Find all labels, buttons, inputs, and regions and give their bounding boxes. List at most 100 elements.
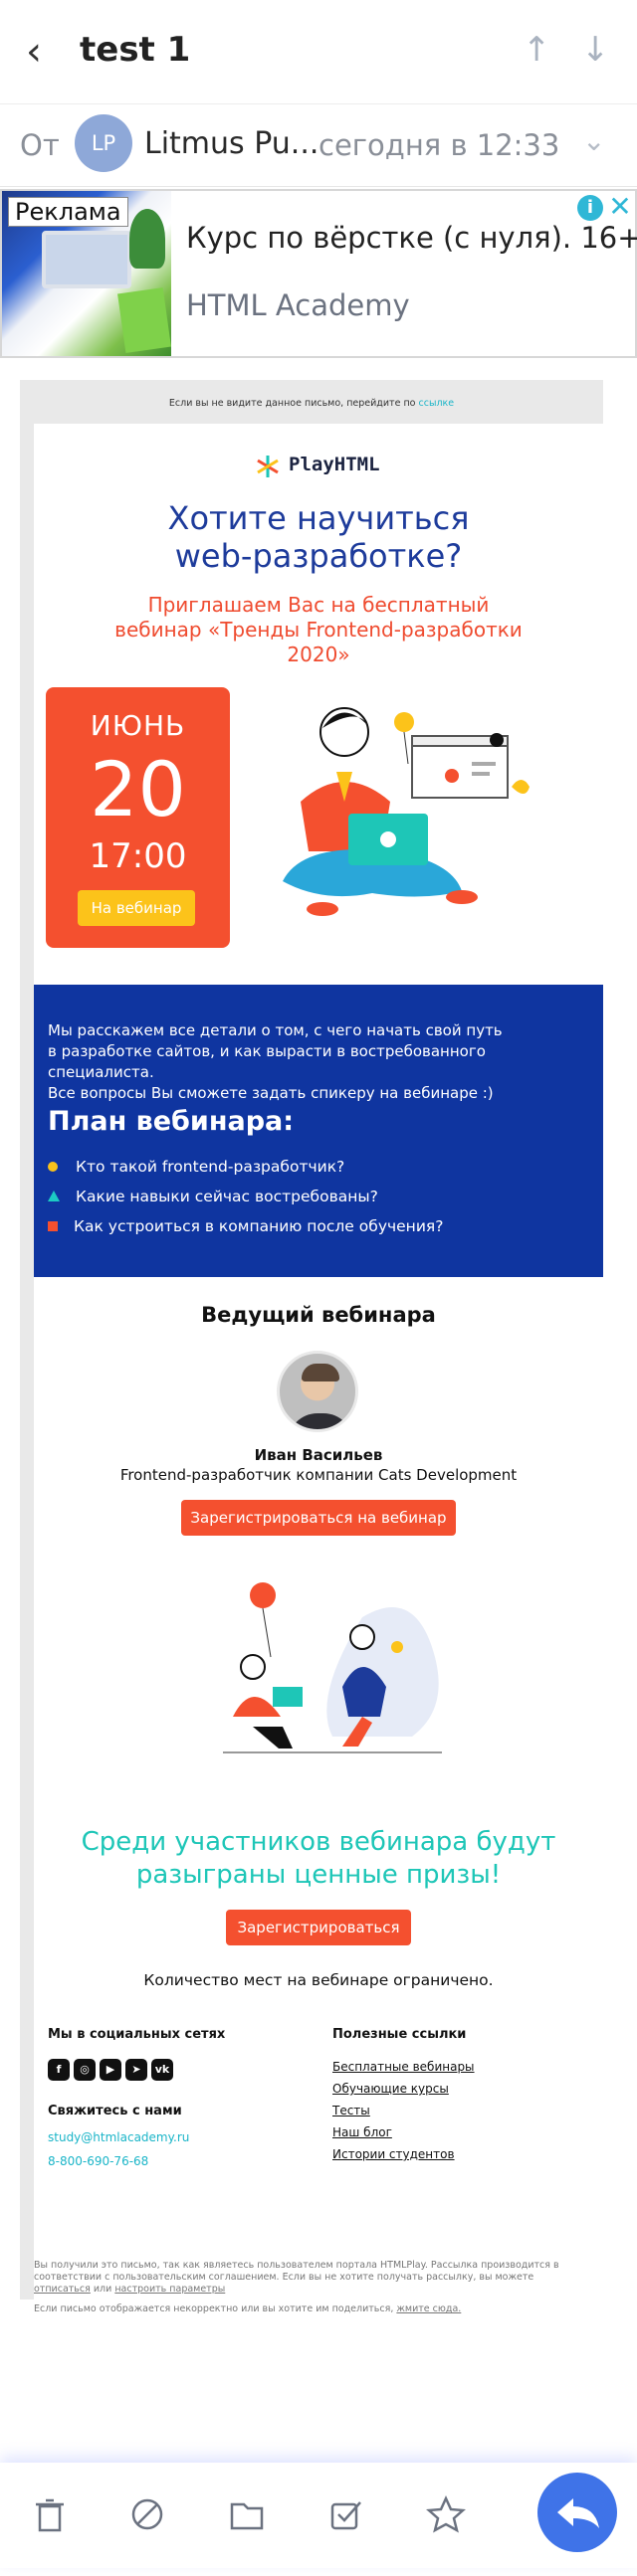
intro-line: в разработке сайтов, и как вырасти в вос… <box>48 1042 486 1081</box>
participants-illustration <box>223 1582 442 1753</box>
prize-title-line: разыграны ценные призы! <box>135 1860 502 1890</box>
trash-icon[interactable] <box>30 2494 70 2534</box>
links-heading: Полезные ссылки <box>332 2027 467 2042</box>
hero-subtitle-line: вебинар «Тренды Frontend-разработки <box>114 618 523 642</box>
ad-title[interactable]: Курс по вёрстке (с нуля). 16+ <box>186 221 637 255</box>
email-body: Если вы не видите данное письмо, перейди… <box>20 380 603 2300</box>
folder-icon[interactable] <box>227 2494 267 2534</box>
ad-subtitle[interactable]: HTML Academy <box>186 288 410 322</box>
footer-link[interactable]: Наш блог <box>332 2125 591 2139</box>
disclaimer-share-text: Если письмо отображается некорректно или… <box>34 2303 397 2314</box>
spam-icon[interactable] <box>127 2494 167 2534</box>
info-icon[interactable]: i <box>577 195 603 221</box>
share-link[interactable]: жмите сюда. <box>396 2303 461 2314</box>
hero-subtitle: Приглашаем Вас на бесплатный вебинар «Тр… <box>34 593 603 667</box>
plan-item: Как устроиться в компанию после обучения… <box>48 1217 443 1235</box>
ad-label-badge: Реклама <box>8 197 128 227</box>
hero-subtitle-line: 2020» <box>287 643 350 666</box>
laptop-graphic <box>42 231 131 288</box>
register-webinar-button[interactable]: Зарегистрироваться на вебинар <box>181 1500 456 1536</box>
back-arrow-icon[interactable]: ‹ <box>26 32 54 72</box>
social-icons: f ◎ ▶ ➤ vk <box>48 2058 307 2082</box>
telegram-icon[interactable]: ➤ <box>125 2059 147 2081</box>
star-icon[interactable] <box>426 2494 466 2534</box>
disclaimer-text: Вы получили это письмо, так как являетес… <box>34 2260 559 2283</box>
sender-name[interactable]: Litmus Pu... <box>144 126 318 161</box>
instagram-icon[interactable]: ◎ <box>74 2059 96 2081</box>
sender-row[interactable]: От LP Litmus Pu... сегодня в 12:33 ⌄ <box>0 103 637 187</box>
plan-item-label: Как устроиться в компанию после обучения… <box>74 1217 444 1235</box>
date-month: ИЮНЬ <box>90 709 186 742</box>
hero-subtitle-line: Приглашаем Вас на бесплатный <box>147 593 490 617</box>
plan-item: Какие навыки сейчас востребованы? <box>48 1188 378 1205</box>
footer-link[interactable]: Истории студентов <box>332 2147 591 2161</box>
sender-time: сегодня в 12:33 <box>318 128 560 162</box>
intro-text: Мы расскажем все детали о том, с чего на… <box>48 1020 591 1104</box>
developer-illustration <box>283 707 530 916</box>
plan-item: Кто такой frontend-разработчик? <box>48 1158 344 1176</box>
vk-icon[interactable]: vk <box>151 2059 173 2081</box>
previous-message-arrow-icon[interactable]: ↑ <box>523 30 552 70</box>
disclaimer-or: или <box>90 2284 115 2295</box>
host-section-title: Ведущий вебинара <box>201 1303 436 1327</box>
contact-heading: Свяжитесь с нами <box>48 2104 182 2118</box>
youtube-icon[interactable]: ▶ <box>100 2059 121 2081</box>
intro-section: Мы расскажем все детали о том, с чего на… <box>34 985 603 1277</box>
logo-star-icon <box>257 456 279 477</box>
close-icon[interactable]: ✕ <box>607 193 633 221</box>
ad-banner[interactable]: Реклама i ✕ Курс по вёрстке (с нуля). 16… <box>0 189 637 358</box>
hero-title-line: Хотите научиться <box>167 499 470 537</box>
reply-button[interactable] <box>537 2473 617 2552</box>
plan-item-label: Какие навыки сейчас востребованы? <box>76 1188 378 1205</box>
webinar-button[interactable]: На вебинар <box>78 890 195 926</box>
email-card: PlayHTML Хотите научиться web-разработке… <box>34 424 603 2300</box>
avatar[interactable]: LP <box>75 114 132 172</box>
footer-social-column: Мы в социальных сетях f ◎ ▶ ➤ vk Свяжитесь с… <box>48 2027 307 2168</box>
hero-title-line: web-разработке? <box>174 537 463 575</box>
footer-link[interactable]: Обучающие курсы <box>332 2082 591 2096</box>
mark-done-icon[interactable] <box>326 2494 366 2534</box>
unsubscribe-link[interactable]: отписаться <box>34 2284 91 2295</box>
facebook-icon[interactable]: f <box>48 2059 70 2081</box>
contact-email-link[interactable]: study@htmlacademy.ru <box>48 2130 307 2144</box>
intro-line: Все вопросы Вы сможете задать спикеру на… <box>48 1084 494 1102</box>
plan-title: План вебинара: <box>48 1106 295 1137</box>
disclaimer: Вы получили это письмо, так как являетес… <box>34 2260 591 2296</box>
preheader: Если вы не видите данное письмо, перейди… <box>20 398 603 409</box>
brand-logo[interactable]: PlayHTML <box>289 454 380 475</box>
hero-title: Хотите научиться web-разработке? <box>34 499 603 575</box>
next-message-arrow-icon[interactable]: ↓ <box>581 30 611 70</box>
host-name: Иван Васильев <box>254 1446 383 1464</box>
footer-links-column: Полезные ссылки Бесплатные вебинары Обуч… <box>332 2027 591 2161</box>
disclaimer-share: Если письмо отображается некорректно или… <box>34 2303 591 2314</box>
preheader-text: Если вы не видите данное письмо, перейди… <box>168 398 419 409</box>
reply-arrow-icon <box>557 2498 599 2528</box>
limited-seats-note: Количество мест на вебинаре ограничено. <box>143 1971 494 1989</box>
date-card: ИЮНЬ 20 17:00 На вебинар <box>46 687 230 948</box>
register-button[interactable]: Зарегистрироваться <box>226 1910 411 1945</box>
settings-link[interactable]: настроить параметры <box>114 2284 225 2295</box>
bottom-toolbar <box>0 2463 637 2568</box>
teal-triangle-bullet-icon <box>48 1191 60 1201</box>
intro-line: Мы расскажем все детали о том, с чего на… <box>48 1021 503 1039</box>
prize-title-line: Среди участников вебинара будут <box>81 1827 556 1857</box>
footer-link[interactable]: Бесплатные вебинары <box>332 2060 591 2074</box>
chevron-down-icon[interactable]: ⌄ <box>582 124 605 157</box>
message-header: ‹ test 1 ↑ ↓ <box>0 0 637 103</box>
contact-phone-link[interactable]: 8-800-690-76-68 <box>48 2154 307 2168</box>
plant-graphic <box>129 209 165 269</box>
social-heading: Мы в социальных сетях <box>48 2027 226 2042</box>
host-photo <box>277 1351 358 1432</box>
prize-title: Среди участников вебинара будут разыгран… <box>34 1826 603 1892</box>
red-square-bullet-icon <box>48 1221 58 1231</box>
plan-item-label: Кто такой frontend-разработчик? <box>76 1158 345 1176</box>
message-subject: test 1 <box>80 30 191 70</box>
host-role: Frontend-разработчик компании Cats Devel… <box>119 1466 518 1484</box>
date-day: 20 <box>90 745 186 833</box>
yellow-dot-bullet-icon <box>48 1162 58 1172</box>
footer-link[interactable]: Тесты <box>332 2104 591 2117</box>
date-time: 17:00 <box>89 836 187 876</box>
from-label: От <box>20 128 60 162</box>
book-graphic <box>117 287 171 353</box>
preheader-link[interactable]: ссылке <box>419 398 455 409</box>
